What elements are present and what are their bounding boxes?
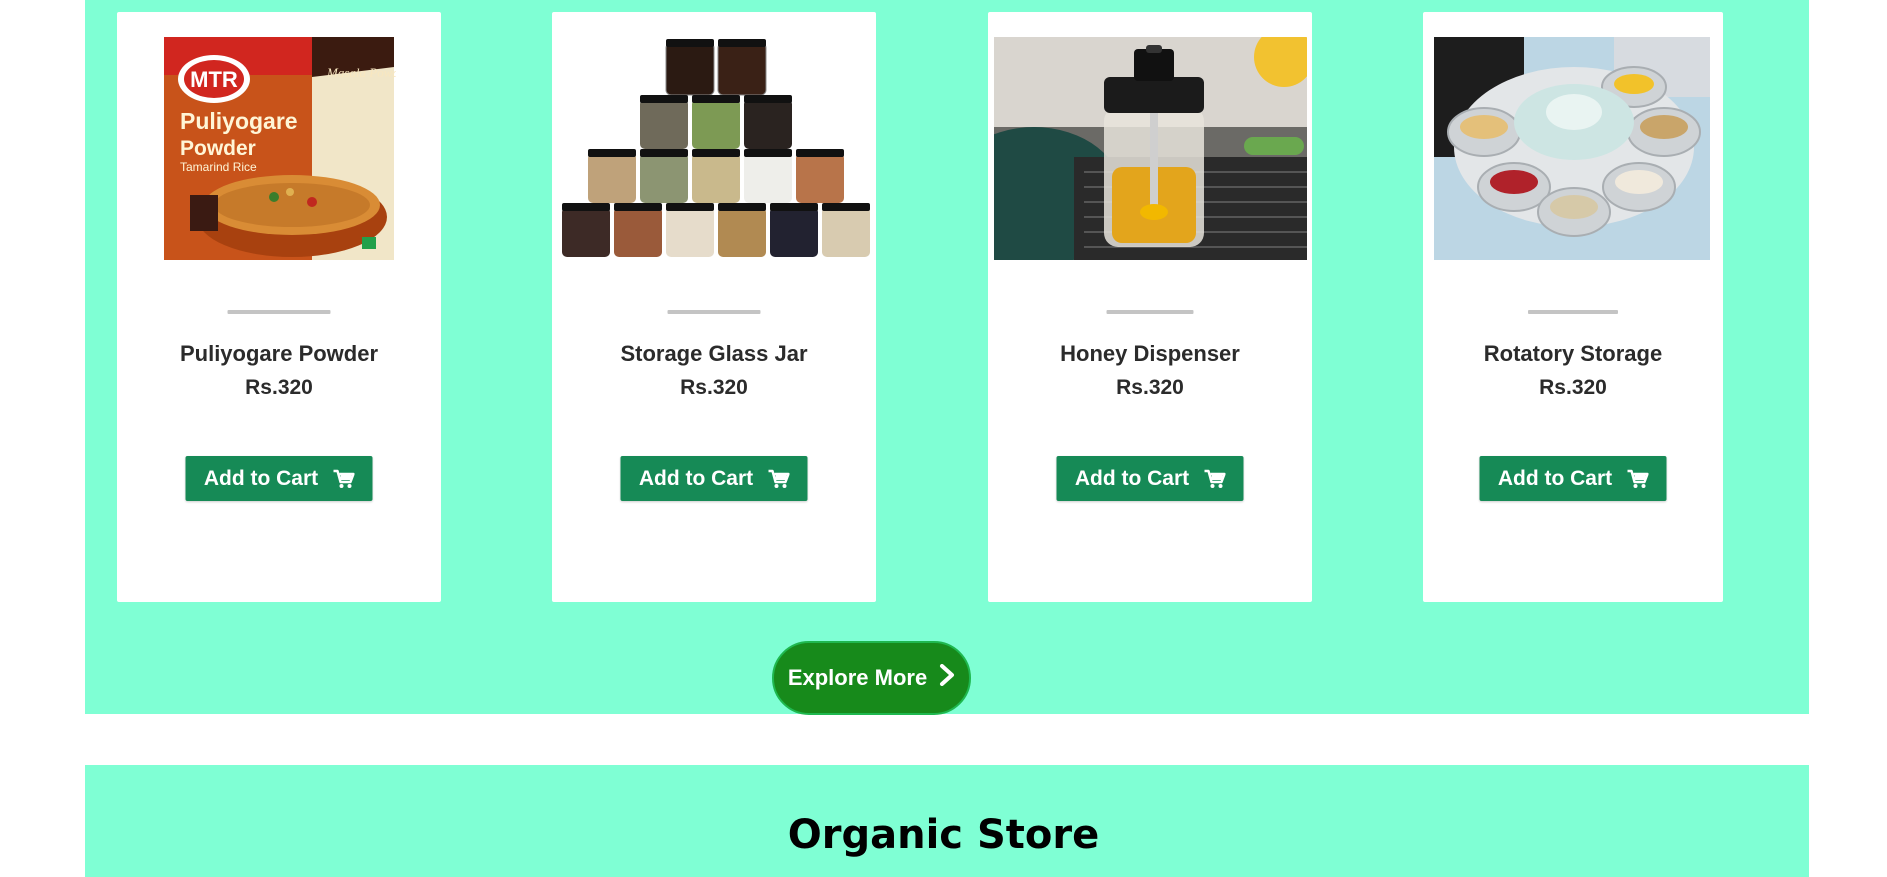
card-divider: [1106, 310, 1194, 314]
product-card-rotatory-storage: Rotatory Storage Rs.320 Add to Cart: [1423, 12, 1723, 602]
cart-icon: [332, 469, 355, 489]
products-section: MTR Masala Powder Puliyogare Powder Tama…: [85, 0, 1809, 714]
card-divider: [667, 310, 761, 314]
explore-more-button[interactable]: Explore More: [772, 641, 971, 715]
add-to-cart-button[interactable]: Add to Cart: [620, 456, 808, 501]
section-title: Organic Store: [787, 812, 1100, 858]
svg-text:MTR: MTR: [190, 67, 238, 92]
product-image-honey-dispenser: [994, 37, 1307, 260]
product-price: Rs.320: [1539, 376, 1607, 399]
product-image-rotatory-storage: [1434, 37, 1710, 260]
svg-text:Powder: Powder: [180, 137, 256, 160]
chevron-right-icon: [939, 664, 955, 692]
add-to-cart-label: Add to Cart: [1497, 466, 1613, 490]
product-card-puliyogare: MTR Masala Powder Puliyogare Powder Tama…: [117, 12, 441, 602]
product-image-puliyogare: MTR Masala Powder Puliyogare Powder Tama…: [162, 37, 396, 260]
add-to-cart-label: Add to Cart: [638, 466, 754, 490]
product-price: Rs.320: [1116, 376, 1184, 399]
cart-icon: [1626, 469, 1649, 489]
svg-text:Tamarind Rice: Tamarind Rice: [180, 160, 257, 174]
product-card-honey-dispenser: Honey Dispenser Rs.320 Add to Cart: [988, 12, 1312, 602]
svg-text:Masala Powder: Masala Powder: [326, 65, 396, 80]
cart-icon: [1203, 469, 1226, 489]
product-name: Honey Dispenser: [1060, 341, 1240, 366]
card-divider: [1528, 310, 1618, 314]
add-to-cart-label: Add to Cart: [1074, 466, 1190, 490]
product-image-glass-jar: [558, 37, 874, 260]
product-name: Rotatory Storage: [1483, 341, 1663, 366]
card-divider: [227, 310, 331, 314]
product-card-glass-jar: Storage Glass Jar Rs.320 Add to Cart: [552, 12, 876, 602]
add-to-cart-button[interactable]: Add to Cart: [185, 456, 373, 501]
product-name: Storage Glass Jar: [620, 341, 808, 366]
explore-more-label: Explore More: [787, 665, 928, 690]
product-price: Rs.320: [680, 376, 748, 399]
add-to-cart-button[interactable]: Add to Cart: [1479, 456, 1667, 501]
product-price: Rs.320: [245, 376, 313, 399]
product-name: Puliyogare Powder: [179, 341, 379, 366]
add-to-cart-button[interactable]: Add to Cart: [1056, 456, 1244, 501]
cart-icon: [767, 469, 790, 489]
add-to-cart-label: Add to Cart: [203, 466, 319, 490]
svg-text:Puliyogare: Puliyogare: [180, 108, 298, 134]
